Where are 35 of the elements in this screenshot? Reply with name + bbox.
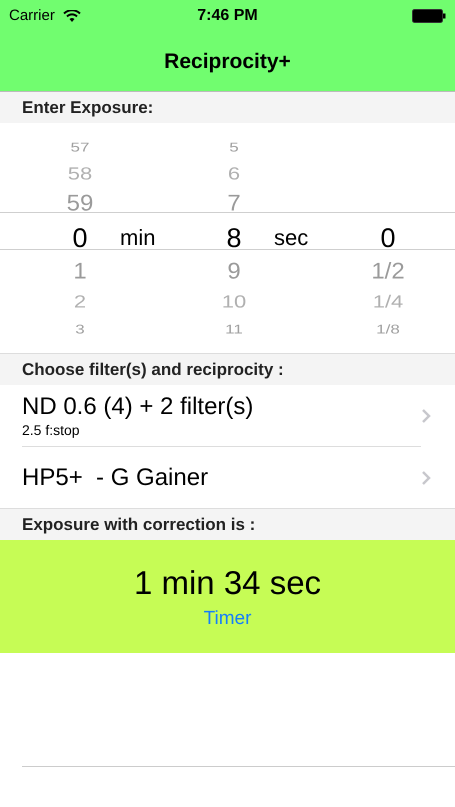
picker-value[interactable]: 1/8: [376, 322, 400, 336]
section-header: Enter Exposure:: [22, 96, 154, 119]
status-time: 7:46 PM: [197, 6, 258, 26]
section-header: Exposure with correction is :: [22, 514, 256, 536]
result-value: 1 min 34 sec: [134, 566, 322, 598]
picker-value[interactable]: 1/2: [371, 260, 405, 284]
chevron-icon: [421, 408, 431, 424]
picker-value[interactable]: 9: [227, 260, 241, 284]
nav-title: Reciprocity+: [164, 48, 291, 75]
picker-value[interactable]: 6: [228, 165, 240, 183]
picker-value[interactable]: 59: [66, 192, 94, 216]
picker-value[interactable]: 58: [68, 165, 92, 183]
picker-value[interactable]: 8: [226, 224, 242, 252]
picker-value[interactable]: 1: [73, 260, 87, 284]
section-header: Choose filter(s) and reciprocity :: [22, 358, 284, 381]
unit-label: min: [120, 227, 156, 249]
picker-value[interactable]: 3: [75, 322, 85, 336]
row-subtitle: 2.5 f:stop: [22, 422, 81, 440]
row-title: ND 0.6 (4) + 2 filter(s): [22, 392, 254, 422]
picker-value[interactable]: 1/4: [372, 293, 404, 311]
chevron-icon: [421, 470, 431, 486]
picker-value[interactable]: 10: [222, 293, 246, 311]
timer-button[interactable]: Timer: [204, 608, 252, 628]
wifi-icon: [62, 10, 81, 22]
picker-value[interactable]: 7: [227, 192, 241, 216]
unit-label: sec: [274, 227, 310, 249]
picker-value[interactable]: 57: [70, 140, 90, 154]
picker-value[interactable]: 0: [380, 224, 396, 252]
picker-value[interactable]: 0: [72, 224, 88, 252]
picker-value[interactable]: 2: [74, 293, 86, 311]
carrier-label: Carrier: [9, 6, 55, 26]
row-title: HP5+ - G Gainer: [22, 462, 210, 492]
battery-icon: [412, 9, 446, 23]
picker-value[interactable]: 11: [225, 322, 243, 336]
picker-value[interactable]: 5: [229, 140, 239, 154]
